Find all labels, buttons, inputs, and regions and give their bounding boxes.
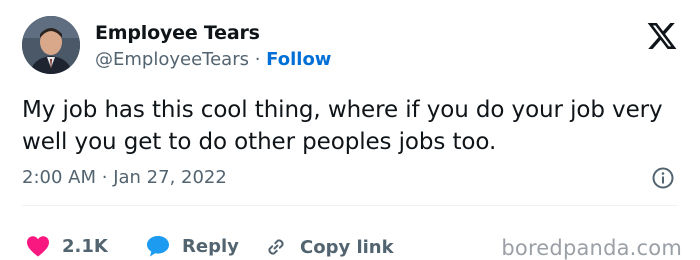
handle-row: @EmployeeTears · Follow	[95, 49, 331, 70]
tweet-timestamp[interactable]: 2:00 AM · Jan 27, 2022	[22, 167, 227, 188]
tweet-date: Jan 27, 2022	[113, 167, 227, 188]
avatar[interactable]	[22, 16, 80, 74]
display-name[interactable]: Employee Tears	[95, 22, 260, 44]
divider	[22, 205, 678, 206]
tweet-text: My job has this cool thing, where if you…	[22, 97, 663, 155]
copy-link-button[interactable]: Copy link	[264, 235, 394, 259]
watermark: boredpanda.com	[501, 236, 682, 260]
tweet-time: 2:00 AM	[22, 167, 96, 188]
heart-icon	[27, 236, 49, 257]
info-icon[interactable]	[651, 166, 675, 190]
avatar-photo	[22, 16, 80, 74]
reply-label: Reply	[182, 235, 239, 257]
like-count: 2.1K	[62, 235, 108, 257]
speech-bubble-icon	[147, 236, 169, 257]
like-button[interactable]: 2.1K	[26, 235, 108, 257]
handle-separator: ·	[254, 49, 261, 70]
handle[interactable]: @EmployeeTears	[95, 49, 249, 70]
copy-link-label: Copy link	[300, 236, 394, 258]
timestamp-separator: ·	[101, 167, 108, 188]
reply-button[interactable]: Reply	[146, 235, 239, 257]
link-icon	[268, 239, 284, 255]
follow-link[interactable]: Follow	[266, 49, 331, 70]
x-logo-icon[interactable]	[645, 20, 679, 52]
